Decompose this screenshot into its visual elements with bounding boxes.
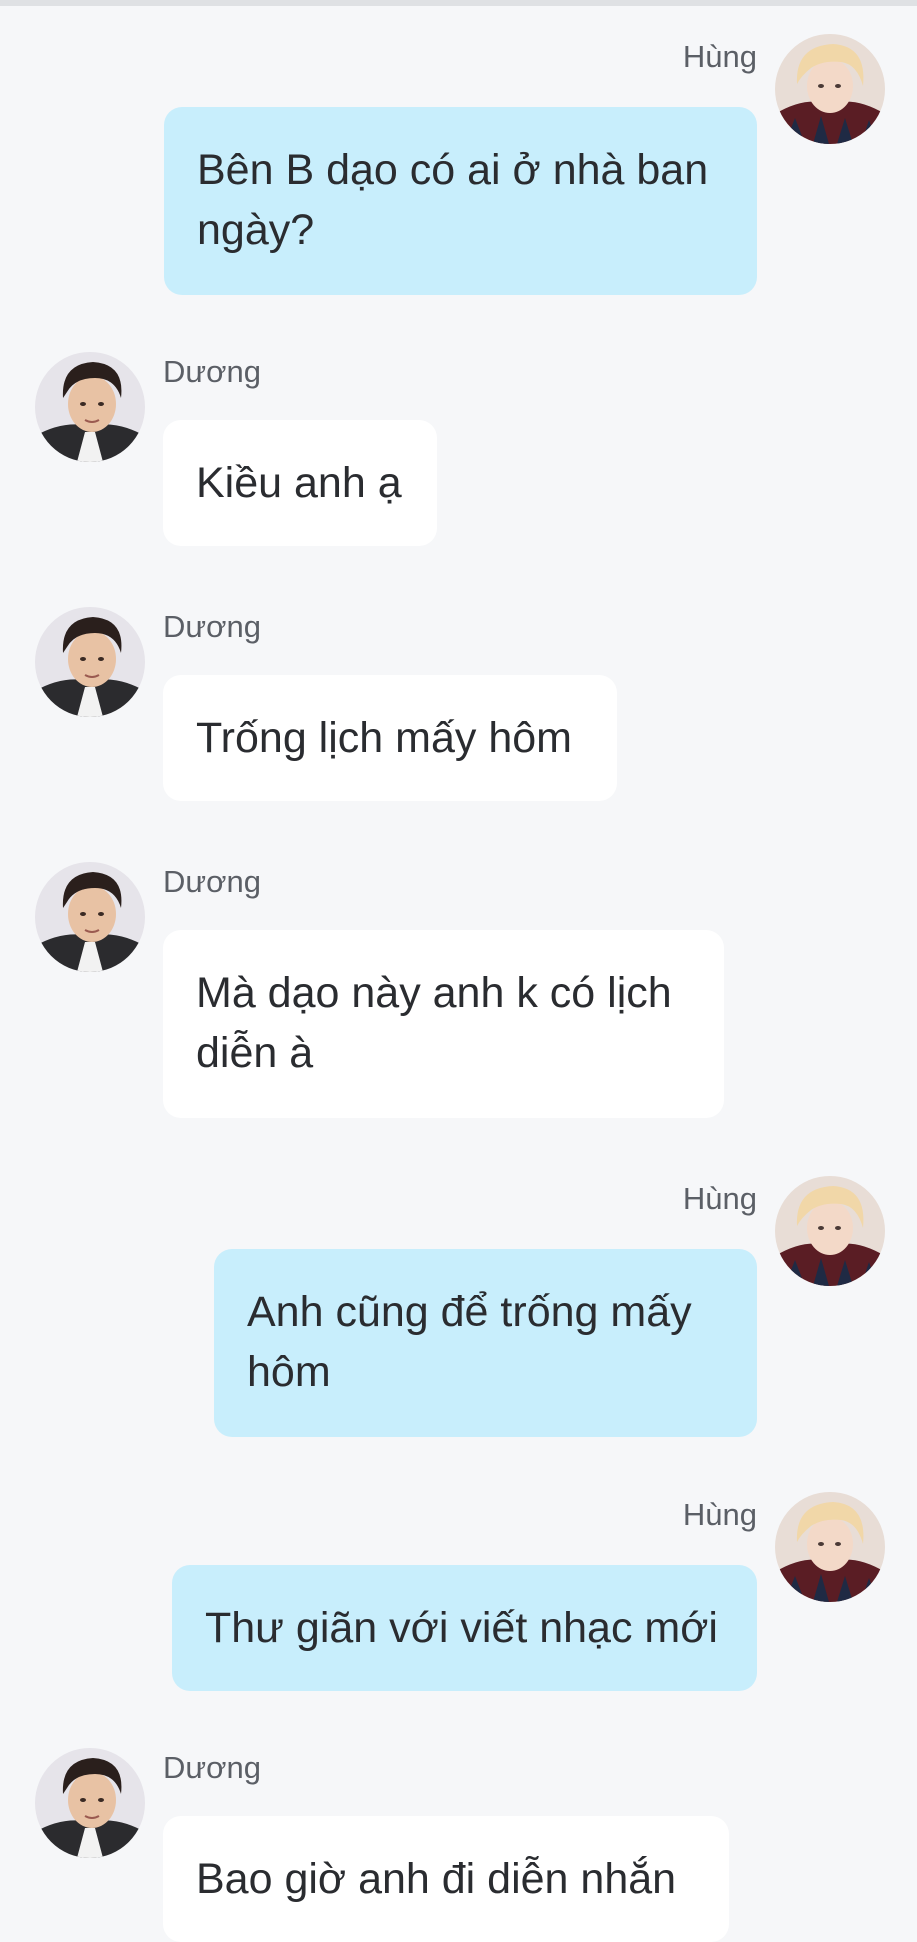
message-bubble[interactable]: Thư giãn với viết nhạc mới [172, 1565, 757, 1691]
message-bubble[interactable]: Anh cũng để trống mấy hôm [214, 1249, 757, 1437]
sender-name: Dương [163, 1750, 261, 1785]
sender-name: Dương [163, 354, 261, 389]
message-bubble[interactable]: Bên B dạo có ai ở nhà ban ngày? [164, 107, 757, 295]
sender-name: Hùng [682, 39, 757, 74]
sender-name: Dương [163, 864, 261, 899]
chat-thread[interactable]: Hùng Bên B dạo có ai ở nhà ban ngày? Dươ… [0, 0, 917, 1942]
avatar-hung[interactable] [775, 1492, 885, 1602]
sender-name: Hùng [682, 1181, 757, 1216]
message-bubble[interactable]: Mà dạo này anh k có lịch diễn à [163, 930, 724, 1118]
avatar-hung[interactable] [775, 1176, 885, 1286]
message-bubble[interactable]: Trống lịch mấy hôm [163, 675, 617, 801]
sender-name: Hùng [682, 1497, 757, 1532]
avatar-duong[interactable] [35, 1748, 145, 1858]
sender-name: Dương [163, 609, 261, 644]
avatar-duong[interactable] [35, 607, 145, 717]
avatar-duong[interactable] [35, 862, 145, 972]
message-bubble[interactable]: Bao giờ anh đi diễn nhắn [163, 1816, 729, 1942]
message-bubble[interactable]: Kiều anh ạ [163, 420, 437, 546]
avatar-hung[interactable] [775, 34, 885, 144]
avatar-duong[interactable] [35, 352, 145, 462]
